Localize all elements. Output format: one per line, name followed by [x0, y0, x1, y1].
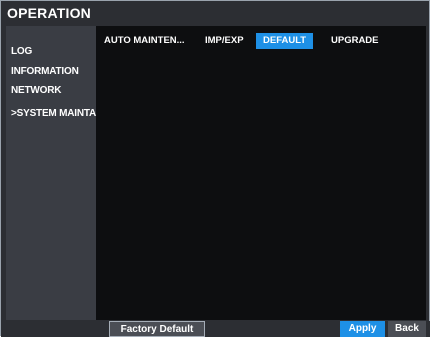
sidebar-item-network[interactable]: NETWORK [11, 85, 61, 96]
apply-button[interactable]: Apply [340, 321, 385, 337]
tab-auto-maintenance[interactable]: AUTO MAINTEN... [104, 33, 185, 49]
footer-bar: Factory Default Apply Back [1, 321, 430, 337]
window-title: OPERATION [7, 5, 91, 21]
tab-default[interactable]: DEFAULT [256, 33, 314, 49]
sidebar-item-system-maintain[interactable]: >SYSTEM MAINTAIN [11, 108, 106, 119]
tab-imp-exp[interactable]: IMP/EXP [205, 33, 244, 49]
back-button[interactable]: Back [388, 321, 426, 337]
operation-window: OPERATION LOG INFORMATION NETWORK >SYSTE… [0, 0, 430, 337]
factory-default-button[interactable]: Factory Default [109, 321, 205, 337]
main-panel: AUTO MAINTEN... IMP/EXP DEFAULT UPGRADE [96, 26, 426, 320]
sidebar-item-information[interactable]: INFORMATION [11, 66, 79, 77]
content-area [96, 54, 426, 320]
tab-upgrade[interactable]: UPGRADE [331, 33, 379, 49]
sidebar: LOG INFORMATION NETWORK >SYSTEM MAINTAIN [6, 26, 106, 320]
sidebar-item-log[interactable]: LOG [11, 46, 32, 57]
